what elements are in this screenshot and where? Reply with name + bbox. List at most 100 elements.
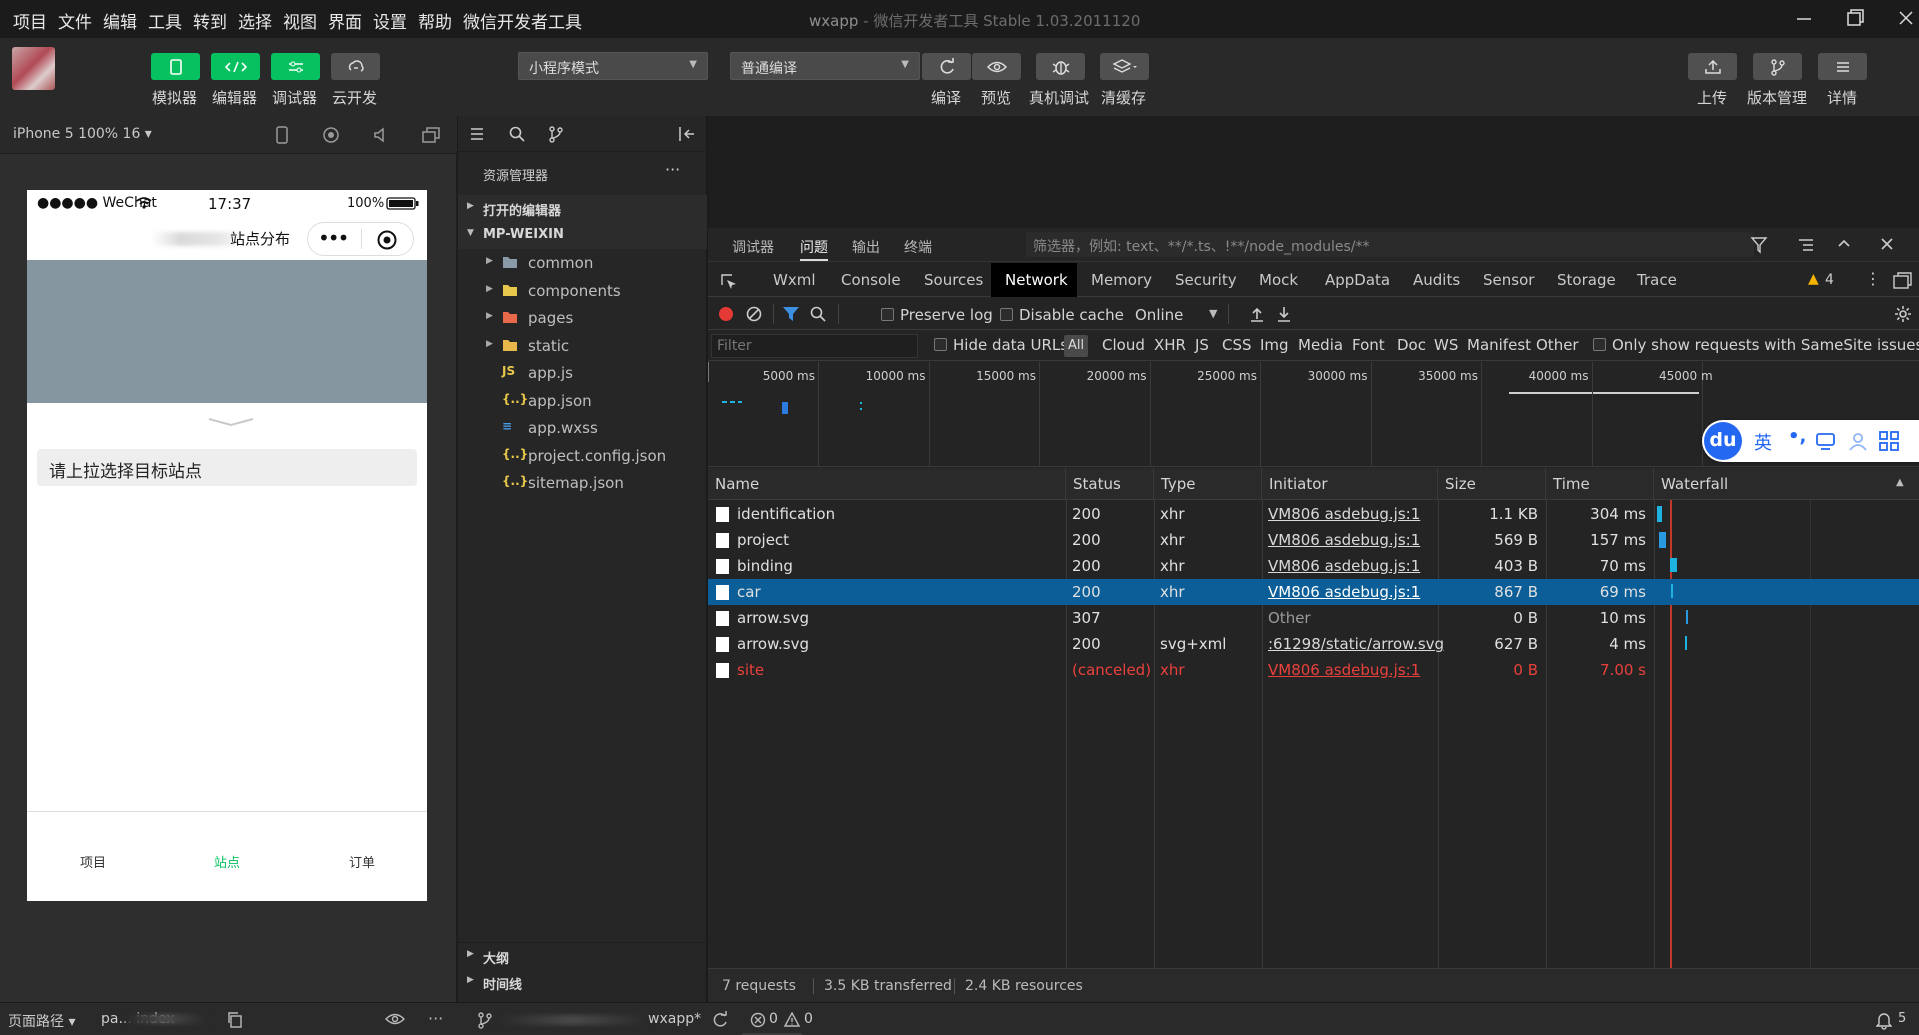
menu-item-interface[interactable]: 界面 <box>328 8 362 33</box>
page-path-select[interactable]: 页面路径 ▾ <box>8 1011 75 1031</box>
ime-punctuation-toggle[interactable]: •, <box>1788 426 1806 447</box>
request-initiator[interactable]: VM806 asdebug.js:1 <box>1268 583 1420 601</box>
column-type[interactable]: Type <box>1154 468 1262 500</box>
clear-cache-button[interactable] <box>1100 53 1149 80</box>
filter-type-img[interactable]: Img <box>1260 336 1289 354</box>
request-initiator[interactable]: VM806 asdebug.js:1 <box>1268 557 1420 575</box>
filter-type-other[interactable]: Other <box>1536 336 1579 354</box>
table-row[interactable]: site (canceled) xhr VM806 asdebug.js:1 0 B 7.… <box>708 657 1919 683</box>
panel-tab-appdata[interactable]: AppData <box>1325 263 1390 297</box>
upload-button[interactable] <box>1688 53 1737 80</box>
timeline-section[interactable]: ▶ 时间线 <box>458 969 707 996</box>
column-status[interactable]: Status <box>1066 468 1154 500</box>
menu-item-project[interactable]: 项目 <box>13 8 47 33</box>
request-name[interactable]: project <box>737 531 789 549</box>
editor-toggle-button[interactable] <box>211 53 260 80</box>
open-editors-section[interactable]: ▶ 打开的编辑器 <box>458 195 707 222</box>
request-name[interactable]: binding <box>737 557 793 575</box>
samesite-checkbox[interactable]: Only show requests with SameSite issues <box>1593 336 1919 354</box>
capsule-menu[interactable]: ••• <box>307 222 414 256</box>
chevron-down-icon[interactable] <box>207 417 255 427</box>
ime-lang-toggle[interactable]: 英 <box>1754 429 1772 455</box>
request-name[interactable]: arrow.svg <box>737 609 809 627</box>
more-icon[interactable]: ··· <box>428 1009 443 1028</box>
ime-toolbar[interactable]: du 英 •, <box>1702 420 1919 462</box>
panel-tab-sensor[interactable]: Sensor <box>1483 263 1534 297</box>
more-dots-icon[interactable]: ••• <box>318 226 349 250</box>
table-row[interactable]: project 200 xhr VM806 asdebug.js:1 569 B 157 … <box>708 527 1919 553</box>
panel-tab-audits[interactable]: Audits <box>1413 263 1460 297</box>
chevron-down-icon[interactable]: ▼ <box>1209 307 1217 320</box>
folder-item[interactable]: ▶ common <box>458 249 707 276</box>
minimize-icon[interactable] <box>1788 6 1818 32</box>
simulator-toggle-button[interactable] <box>151 53 200 80</box>
map-area[interactable] <box>27 260 427 403</box>
chevron-up-icon[interactable] <box>1836 236 1852 252</box>
debugger-toggle-button[interactable] <box>271 53 320 80</box>
table-row[interactable]: binding 200 xhr VM806 asdebug.js:1 403 B 70 m… <box>708 553 1919 579</box>
request-initiator[interactable]: :61298/static/arrow.svg <box>1268 635 1444 653</box>
remote-debug-button[interactable] <box>1036 53 1085 80</box>
close-icon[interactable] <box>1879 236 1895 252</box>
tab-issues[interactable]: 问题 <box>800 237 828 257</box>
record-icon[interactable] <box>322 126 340 144</box>
request-initiator[interactable]: VM806 asdebug.js:1 <box>1268 661 1420 679</box>
panel-tab-storage[interactable]: Storage <box>1557 263 1616 297</box>
panel-tab-trace[interactable]: Trace <box>1637 263 1677 297</box>
version-control-button[interactable] <box>1753 53 1802 80</box>
warning-icon[interactable]: ▲ <box>1808 271 1819 287</box>
bottom-sheet[interactable]: 请上拉选择目标站点 <box>27 403 427 811</box>
preview-button[interactable] <box>972 53 1021 80</box>
panel-tab-network[interactable]: Network <box>1005 263 1068 297</box>
panel-tab-security[interactable]: Security <box>1175 263 1237 297</box>
copy-icon[interactable] <box>227 1012 243 1028</box>
import-har-icon[interactable] <box>1249 306 1265 322</box>
tab-projects[interactable]: 项目 <box>80 852 106 871</box>
checkbox-box[interactable] <box>1593 338 1606 351</box>
device-select[interactable]: iPhone 5 100% 16 ▾ <box>13 126 152 142</box>
station-hint-box[interactable]: 请上拉选择目标站点 <box>37 449 417 486</box>
panel-tab-console[interactable]: Console <box>841 263 901 297</box>
cloud-dev-button[interactable] <box>331 53 380 80</box>
filter-type-xhr[interactable]: XHR <box>1154 336 1186 354</box>
panel-tab-memory[interactable]: Memory <box>1091 263 1152 297</box>
export-har-icon[interactable] <box>1276 306 1292 322</box>
checkbox-box[interactable] <box>1000 308 1013 321</box>
close-miniprogram-icon[interactable] <box>376 229 398 251</box>
dock-side-icon[interactable] <box>1892 272 1912 290</box>
filter-icon[interactable] <box>782 306 800 322</box>
bell-icon[interactable] <box>1876 1012 1892 1030</box>
mode-select[interactable]: 小程序模式 ▼ <box>518 52 708 80</box>
funnel-icon[interactable] <box>1750 236 1768 254</box>
menu-item-edit[interactable]: 编辑 <box>103 8 137 33</box>
panel-tab-wxml[interactable]: Wxml <box>773 263 816 297</box>
eye-icon[interactable] <box>385 1012 405 1026</box>
file-item[interactable]: ≡ app.wxss <box>458 414 707 441</box>
menu-item-select[interactable]: 选择 <box>238 8 272 33</box>
filter-type-all[interactable]: All <box>1064 335 1089 357</box>
table-row[interactable]: arrow.svg 307 Other 0 B 10 ms <box>708 605 1919 631</box>
outline-section[interactable]: ▶ 大纲 <box>458 942 707 969</box>
filter-input[interactable]: Filter <box>711 334 918 358</box>
warning-icon[interactable] <box>784 1012 800 1028</box>
request-name[interactable]: site <box>737 661 764 679</box>
filter-type-cloud[interactable]: Cloud <box>1102 336 1145 354</box>
file-item[interactable]: {..} sitemap.json <box>458 469 707 496</box>
project-root-section[interactable]: ▼ MP-WEIXIN <box>458 222 707 249</box>
sort-ascending-icon[interactable]: ▲ <box>1896 477 1904 488</box>
request-name[interactable]: arrow.svg <box>737 635 809 653</box>
collapse-panel-icon[interactable] <box>678 125 698 143</box>
volume-icon[interactable] <box>372 126 390 144</box>
request-initiator[interactable]: VM806 asdebug.js:1 <box>1268 531 1420 549</box>
column-initiator[interactable]: Initiator <box>1262 468 1438 500</box>
filter-type-css[interactable]: CSS <box>1222 336 1252 354</box>
error-icon[interactable] <box>750 1012 766 1028</box>
explorer-more-icon[interactable]: ··· <box>665 160 680 179</box>
avatar[interactable] <box>12 47 55 90</box>
detach-window-icon[interactable] <box>421 126 441 144</box>
column-size[interactable]: Size <box>1438 468 1546 500</box>
request-name[interactable]: identification <box>737 505 835 523</box>
menu-item-file[interactable]: 文件 <box>58 8 92 33</box>
list-icon[interactable] <box>468 125 486 143</box>
file-item[interactable]: JS app.js <box>458 359 707 386</box>
